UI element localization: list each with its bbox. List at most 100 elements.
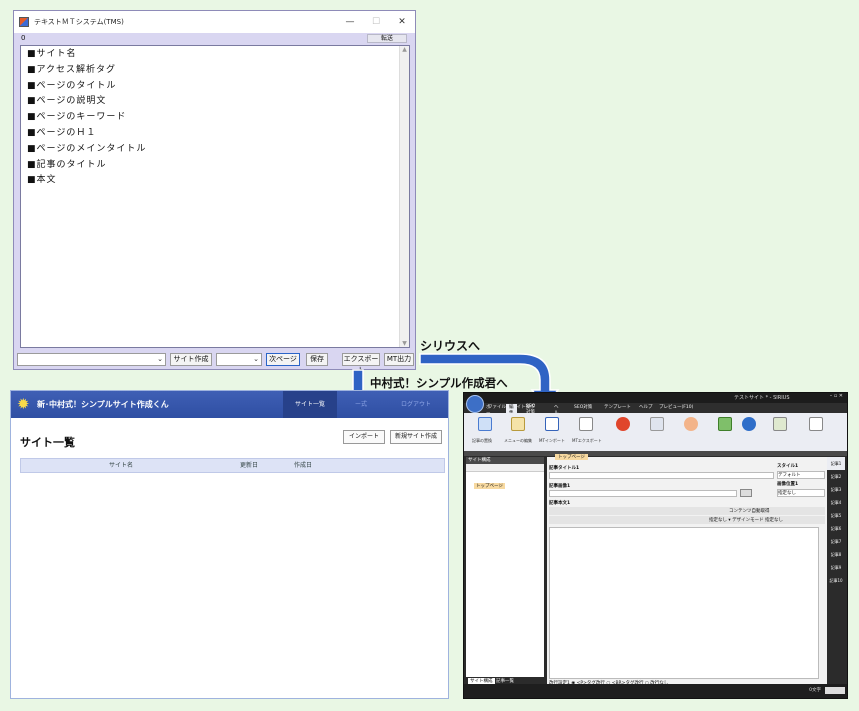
label-article-title: 記事タイトル1 (549, 466, 580, 471)
menu-seo[interactable]: SEO対策 (574, 404, 592, 412)
tms-topbar: 0 転送 (14, 33, 415, 44)
create-site-button[interactable]: サイト作成 (170, 353, 212, 366)
tms-lines: ■サイト名 ■アクセス解析タグ ■ページのタイトル ■ページの説明文 ■ページのキーワー… (21, 46, 409, 189)
auto-fetch-label: コンテンツ自動取得 (729, 509, 770, 514)
chevron-down-icon: ⌄ (253, 355, 259, 363)
info-icon[interactable] (742, 417, 756, 431)
article-tab[interactable]: 記事5 (827, 509, 845, 522)
tms-text-area[interactable]: ■サイト名 ■アクセス解析タグ ■ページのタイトル ■ページの説明文 ■ページのキーワー… (20, 45, 410, 348)
nav-hidden[interactable]: ー式 (341, 391, 381, 418)
image-position-select[interactable]: 指定なし (777, 489, 825, 497)
menu-help[interactable]: ヘルプ (639, 404, 653, 412)
sirius-titlebar: テストサイト * - SIRIUS – ▫ ✕ (464, 393, 847, 403)
site-structure-panel: サイト構成 トップページ サイト構成 記事一覧 (466, 457, 544, 685)
article-tabs: 記事1 記事2 記事3 記事4 記事5 記事6 記事7 記事8 記事9 記事10 (827, 457, 845, 685)
article-tab[interactable]: 記事7 (827, 535, 845, 548)
col-updated: 更新日 (240, 462, 259, 469)
tms-line: ■記事のタイトル (27, 159, 107, 170)
nav-site-list[interactable]: サイト一覧 (283, 391, 337, 418)
mt-import-icon[interactable] (545, 417, 559, 431)
page-select[interactable]: ⌄ (216, 353, 262, 366)
ribbon-replace: 記事の置換 (472, 438, 492, 443)
menu-edit-icon[interactable] (511, 417, 525, 431)
tool-icon[interactable] (650, 417, 664, 431)
char-count: 0文字 (809, 688, 821, 693)
tms-line: ■ページの説明文 (27, 96, 107, 107)
simple-header: ✹ 新･中村式！シンプルサイト作成くん サイト一覧 ー式 ログアウト (11, 391, 448, 418)
ribbon-mt-import: MTインポート (539, 438, 565, 443)
col-created: 作成日 (294, 462, 313, 469)
article-image-input[interactable] (549, 490, 737, 497)
chevron-down-icon: ⌄ (157, 355, 163, 363)
layout-icon[interactable] (773, 417, 787, 431)
tms-titlebar: テキストＭＴシステム(TMS) — ☐ ✕ (14, 11, 415, 33)
label-article-body: 記事本文1 (549, 501, 571, 506)
simple-site-window: ✹ 新･中村式！シンプルサイト作成くん サイト一覧 ー式 ログアウト サイト一覧… (10, 390, 449, 699)
sirius-ribbon: 記事の置換 メニューの編集 MTインポート MTエクスポート (464, 413, 847, 451)
replace-icon[interactable] (478, 417, 492, 431)
tms-line: ■ページのキーワード (27, 112, 127, 123)
article-tab[interactable]: 記事9 (827, 561, 845, 574)
article-body-editor[interactable] (549, 527, 819, 679)
article-title-input[interactable] (549, 472, 774, 479)
import-button[interactable]: インポート (343, 430, 385, 444)
label-style: スタイル1 (777, 464, 799, 469)
format-toolbar[interactable]: コンテンツ自動取得 (549, 507, 825, 515)
tms-line: ■ページのメインタイトル (27, 143, 147, 154)
article-tab[interactable]: 記事8 (827, 548, 845, 561)
window-controls-icon[interactable]: – ▫ ✕ (830, 393, 843, 399)
browse-button[interactable] (740, 489, 752, 497)
sun-logo-icon: ✹ (17, 395, 30, 413)
sirius-window: テストサイト * - SIRIUS – ▫ ✕ ファイル サイト操作 SEO対策… (463, 392, 848, 699)
sirius-logo-icon[interactable] (466, 395, 484, 413)
sirius-menubar: ファイル サイト操作 SEO対策 テンプレート ヘルプ プレビュー(F10) (464, 395, 847, 413)
tms-line: ■アクセス解析タグ (27, 64, 117, 75)
zoom-control[interactable] (825, 687, 845, 694)
tms-line: ■本文 (27, 175, 57, 186)
vertical-scrollbar[interactable]: ▲ ▼ (399, 46, 409, 347)
style-select[interactable]: デフォルト (777, 471, 825, 479)
app-icon (19, 17, 29, 27)
sirius-status-bar: 0文字 (464, 684, 847, 698)
ribbon-menu-edit: メニューの編集 (504, 438, 532, 443)
article-tab[interactable]: 記事4 (827, 496, 845, 509)
page-counter: 0 (21, 34, 26, 42)
tree-item-top[interactable]: トップページ (474, 483, 505, 489)
maximize-icon[interactable]: ☐ (363, 11, 389, 33)
sirius-title: テストサイト * - SIRIUS (734, 395, 790, 401)
ribbon-group-bar (464, 451, 847, 456)
design-mode-label: 指定なし ▾ デザインモード 指定なし (709, 518, 784, 523)
label-image-position: 画像位置1 (777, 482, 799, 487)
label-article-image: 記事画像1 (549, 484, 571, 489)
site-select[interactable]: ⌄ (17, 353, 166, 366)
editor-tab[interactable]: トップページ (555, 454, 588, 460)
nav-logout[interactable]: ログアウト (391, 391, 441, 418)
menu-template[interactable]: テンプレート (604, 404, 631, 412)
left-panel-title: サイト構成 (466, 457, 544, 464)
tms-window: テキストＭＴシステム(TMS) — ☐ ✕ 0 転送 ■サイト名 ■アクセス解析タ… (13, 10, 416, 374)
article-tab[interactable]: 記事10 (827, 574, 845, 587)
menu-preview[interactable]: プレビュー(F10) (659, 404, 693, 412)
sheet-icon[interactable] (718, 417, 732, 431)
insert-toolbar[interactable]: 指定なし ▾ デザインモード 指定なし (549, 516, 825, 524)
article-tab[interactable]: 記事6 (827, 522, 845, 535)
site-table-header: サイト名 更新日 作成日 (20, 458, 445, 473)
new-site-button[interactable]: 新規サイト作成 (390, 430, 442, 444)
col-site-name: サイト名 (109, 462, 134, 469)
article-tab[interactable]: 記事3 (827, 483, 845, 496)
tree-toolbar[interactable] (466, 464, 544, 472)
callout-to-sirius: シリウスへ (420, 339, 481, 353)
mt-export-icon[interactable] (579, 417, 593, 431)
page-title: サイト一覧 (20, 436, 75, 449)
close-icon[interactable]: ✕ (389, 11, 415, 33)
editor-panel: トップページ 記事タイトル1 スタイル1 デフォルト 記事画像1 画像位置1 指… (547, 454, 827, 686)
article-tab[interactable]: 記事2 (827, 470, 845, 483)
next-page-button[interactable]: 次ページ (266, 353, 300, 366)
send-button[interactable]: 転送 (367, 34, 407, 43)
window-icon[interactable] (809, 417, 823, 431)
save-button[interactable]: 保存 (306, 353, 328, 366)
red-ball-icon[interactable] (616, 417, 630, 431)
article-tab[interactable]: 記事1 (827, 457, 845, 470)
badge-icon[interactable] (684, 417, 698, 431)
minimize-icon[interactable]: — (337, 11, 363, 33)
